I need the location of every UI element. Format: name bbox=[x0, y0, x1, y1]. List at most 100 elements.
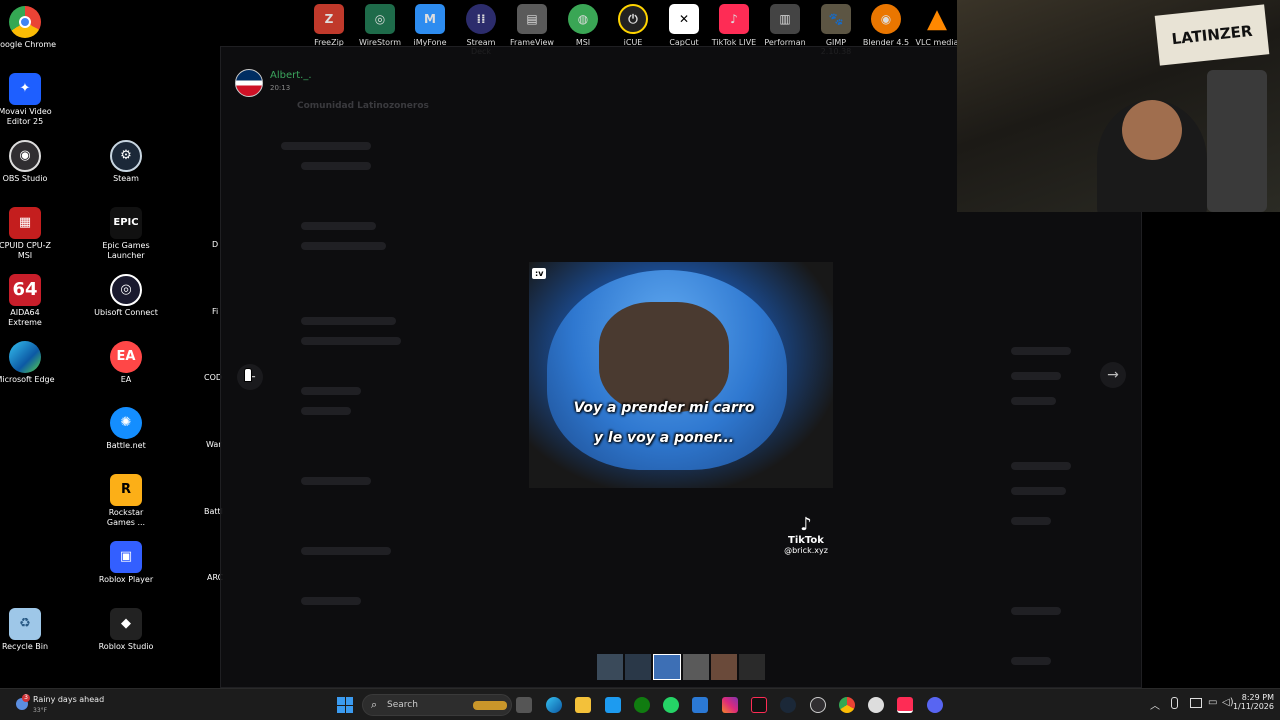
microphone-icon[interactable] bbox=[1171, 697, 1178, 709]
start-button[interactable] bbox=[337, 697, 353, 713]
discord-taskbar-icon[interactable] bbox=[927, 697, 943, 713]
ghost-channel bbox=[301, 222, 376, 230]
desktop-icon-aida64[interactable]: 64 AIDA64 Extreme bbox=[0, 274, 57, 328]
author-name[interactable]: Albert._. bbox=[270, 70, 312, 81]
taskbar-search-box[interactable]: ⌕ Search bbox=[362, 694, 512, 716]
top-icon-frameview[interactable]: ▤ FrameView bbox=[507, 4, 557, 47]
message-time: 20:13 bbox=[270, 84, 291, 92]
desktop-icon-recycle-bin[interactable]: ♻ Recycle Bin bbox=[0, 608, 57, 652]
desktop-icon-google-chrome[interactable]: Google Chrome bbox=[0, 6, 57, 50]
top-icon-vlc[interactable]: ▲ VLC media bbox=[912, 4, 962, 47]
tiktok-live-icon: ♪ bbox=[719, 4, 749, 34]
top-icon-tiktok-live[interactable]: ♪ TikTok LIVE bbox=[709, 4, 759, 47]
whatsapp-icon[interactable] bbox=[663, 697, 679, 713]
desktop-icon-ubisoft[interactable]: ◎ Ubisoft Connect bbox=[94, 274, 158, 318]
media-thumbnail[interactable] bbox=[683, 654, 709, 680]
aida64-icon: 64 bbox=[9, 274, 41, 306]
roblox-player-icon: ▣ bbox=[110, 541, 142, 573]
video-badge: :v bbox=[532, 268, 547, 279]
edge-taskbar-icon[interactable] bbox=[546, 697, 562, 713]
ghost-member bbox=[1011, 397, 1056, 405]
webcam-face bbox=[1122, 100, 1182, 160]
video-caption-line1: Voy a prender mi carro bbox=[573, 400, 755, 416]
tiktok-logo-icon: ♪ bbox=[800, 514, 812, 535]
roblox-studio-icon: ◆ bbox=[110, 608, 142, 640]
ghost-member bbox=[1011, 462, 1071, 470]
clock-date: 1/11/2026 bbox=[1232, 702, 1274, 711]
media-thumbnail[interactable] bbox=[653, 654, 681, 680]
clock-time: 8:29 PM bbox=[1241, 693, 1274, 702]
ubisoft-icon: ◎ bbox=[110, 274, 142, 306]
recycle-bin-icon: ♻ bbox=[9, 608, 41, 640]
desktop-icon-epic[interactable]: EPIC Epic Games Launcher bbox=[94, 207, 158, 261]
desktop-icon-obs[interactable]: ◉ OBS Studio bbox=[0, 140, 57, 184]
desktop-icon-roblox-player[interactable]: ▣ Roblox Player bbox=[94, 541, 158, 585]
notification-badge: 3 bbox=[22, 694, 30, 702]
steam-icon: ⚙ bbox=[110, 140, 142, 172]
top-icon-icue[interactable]: ⏻ iCUE bbox=[608, 4, 658, 47]
ghost-channel bbox=[301, 162, 371, 170]
media-thumbnail[interactable] bbox=[739, 654, 765, 680]
file-explorer-icon[interactable] bbox=[575, 697, 591, 713]
ghost-member bbox=[1011, 657, 1051, 665]
task-view-icon[interactable] bbox=[516, 697, 532, 713]
media-thumbnail[interactable] bbox=[597, 654, 623, 680]
epic-games-icon: EPIC bbox=[110, 207, 142, 239]
next-media-button[interactable]: → bbox=[1100, 362, 1126, 388]
tiktok-live-taskbar-icon[interactable] bbox=[897, 697, 913, 713]
search-highlight-icon bbox=[473, 701, 507, 710]
desktop-icon-steam[interactable]: ⚙ Steam bbox=[94, 140, 158, 184]
weather-temp: 33°F bbox=[33, 707, 48, 714]
icue-icon: ⏻ bbox=[618, 4, 648, 34]
tray-chevron-icon[interactable]: ︿ bbox=[1150, 697, 1160, 712]
tiktok-taskbar-icon[interactable] bbox=[751, 697, 767, 713]
steam-taskbar-icon[interactable] bbox=[780, 697, 796, 713]
ghost-channel bbox=[281, 142, 371, 150]
store-icon[interactable] bbox=[692, 697, 708, 713]
media-thumbnail[interactable] bbox=[711, 654, 737, 680]
top-icon-capcut[interactable]: ✕ CapCut bbox=[659, 4, 709, 47]
top-icon-msi[interactable]: ◍ MSI bbox=[558, 4, 608, 47]
search-placeholder: Search bbox=[387, 700, 418, 710]
imyfone-icon: M bbox=[415, 4, 445, 34]
twitter-icon[interactable] bbox=[605, 697, 621, 713]
battlenet-icon: ✺ bbox=[110, 407, 142, 439]
top-icon-imyfone[interactable]: MiMyFone bbox=[405, 4, 455, 47]
chrome-taskbar-icon[interactable] bbox=[839, 697, 855, 713]
desktop-icon-cpuz[interactable]: ▦ CPUID CPU-Z MSI bbox=[0, 207, 57, 261]
desktop-icon-ea[interactable]: EA EA bbox=[94, 341, 158, 385]
display-icon[interactable] bbox=[1190, 698, 1202, 708]
top-icon-performance[interactable]: ▥ Performan bbox=[760, 4, 810, 47]
desktop: Google Chrome ✦ Movavi Video Editor 25 ◉… bbox=[0, 0, 1280, 688]
author-avatar[interactable] bbox=[235, 69, 263, 97]
chatgpt-icon[interactable] bbox=[868, 697, 884, 713]
ghost-member bbox=[1011, 607, 1061, 615]
desktop-icon-battlenet[interactable]: ✺ Battle.net bbox=[94, 407, 158, 451]
capcut-icon: ✕ bbox=[669, 4, 699, 34]
rockstar-icon: R bbox=[110, 474, 142, 506]
thumbnail-strip bbox=[597, 654, 765, 680]
desktop-icon-edge[interactable]: Microsoft Edge bbox=[0, 341, 57, 385]
ghost-channel bbox=[301, 407, 351, 415]
edge-icon bbox=[9, 341, 41, 373]
desktop-icon-rockstar[interactable]: R Rockstar Games ... bbox=[94, 474, 158, 528]
clock[interactable]: 8:29 PM 1/11/2026 bbox=[1224, 693, 1274, 711]
obs-taskbar-icon[interactable] bbox=[810, 697, 826, 713]
ea-icon: EA bbox=[110, 341, 142, 373]
top-icon-wirestorm[interactable]: ◎ WireStorm bbox=[355, 4, 405, 47]
performance-icon: ▥ bbox=[770, 4, 800, 34]
top-icon-freezip[interactable]: Z FreeZip bbox=[304, 4, 354, 47]
instagram-icon[interactable] bbox=[722, 697, 738, 713]
network-icon[interactable]: ▭ bbox=[1208, 697, 1217, 708]
weather-widget[interactable]: 3 Rainy days ahead 33°F bbox=[16, 692, 126, 718]
wirestorm-icon: ◎ bbox=[365, 4, 395, 34]
media-thumbnail[interactable] bbox=[625, 654, 651, 680]
top-icon-blender[interactable]: ◉ Blender 4.5 bbox=[861, 4, 911, 47]
desktop-icon-movavi[interactable]: ✦ Movavi Video Editor 25 bbox=[0, 73, 57, 127]
cpuz-icon: ▦ bbox=[9, 207, 41, 239]
xbox-icon[interactable] bbox=[634, 697, 650, 713]
video-player[interactable]: :v Voy a prender mi carro y le voy a pon… bbox=[529, 262, 833, 488]
partial-icon-label: D bbox=[212, 240, 219, 249]
desktop-icon-roblox-studio[interactable]: ◆ Roblox Studio bbox=[94, 608, 158, 652]
tiktok-brand: TikTok bbox=[788, 535, 824, 546]
